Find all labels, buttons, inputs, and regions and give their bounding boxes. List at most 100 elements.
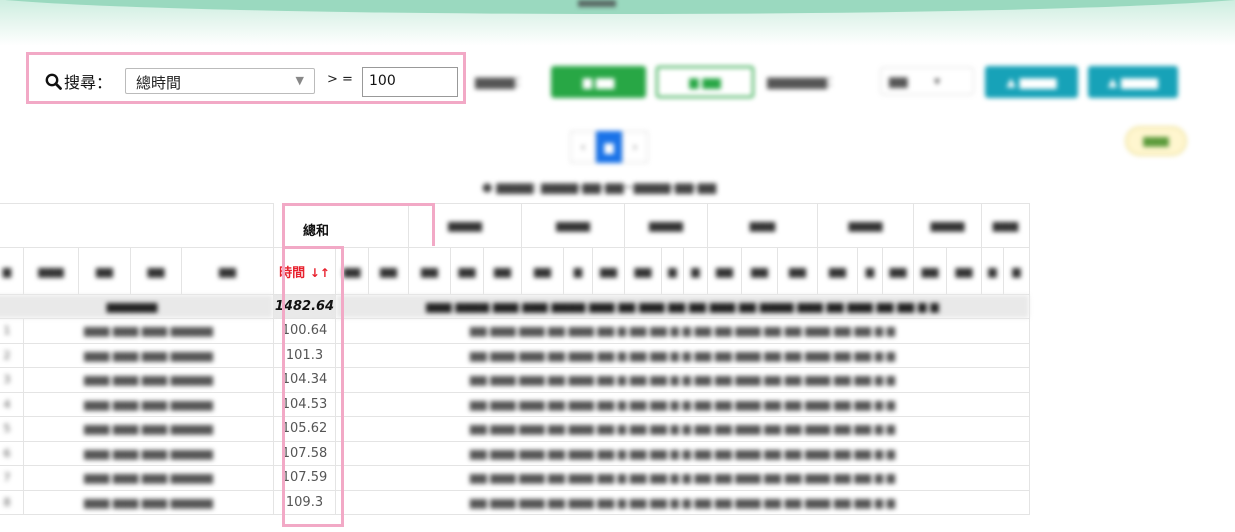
page-current[interactable]: ▆ — [596, 131, 622, 163]
col-header-blurred: ▆▆ — [181, 247, 274, 295]
table-row[interactable]: 8 ▆▆▆ ▆▆▆ ▆▆▆ ▆▆▆▆▆ 109.3 ▆▆ ▆▆▆ ▆▆▆ ▆▆ … — [0, 489, 1030, 515]
row-time: 104.53 — [273, 391, 336, 417]
table-row[interactable]: 4 ▆▆▆ ▆▆▆ ▆▆▆ ▆▆▆▆▆ 104.53 ▆▆ ▆▆▆ ▆▆▆ ▆▆… — [0, 391, 1030, 417]
page-size-select[interactable]: ▆▆ ▾ — [880, 67, 974, 95]
row-left-blurred: ▆▆▆ ▆▆▆ ▆▆▆ ▆▆▆▆▆ — [23, 367, 274, 393]
row-time: 109.3 — [273, 489, 336, 515]
search-box: 搜尋： 總時間 ▼ > = 100 — [26, 52, 466, 104]
row-values-blurred: ▆▆ ▆▆▆ ▆▆▆ ▆▆ ▆▆▆ ▆▆ ▆ ▆▆ ▆▆ ▆ ▆ ▆▆ ▆▆ ▆… — [335, 391, 1030, 417]
page-size-label-blurred: ▆▆▆▆▆▆： — [767, 75, 840, 90]
table-row[interactable]: 2 ▆▆▆ ▆▆▆ ▆▆▆ ▆▆▆▆▆ 101.3 ▆▆ ▆▆▆ ▆▆▆ ▆▆ … — [0, 342, 1030, 368]
row-left-blurred: ▆▆▆ ▆▆▆ ▆▆▆ ▆▆▆▆▆ — [23, 465, 274, 491]
outline-button[interactable]: ▆ ▆▆ — [656, 66, 754, 98]
col-header-blurred: ▆▆ — [882, 247, 914, 295]
total-header-label: 總和 — [302, 223, 329, 239]
row-left-blurred: ▆▆▆ ▆▆▆ ▆▆▆ ▆▆▆▆▆ — [23, 342, 274, 368]
time-column-header[interactable]: 時間 ↓↑ — [273, 247, 336, 295]
chevron-down-icon: ▼ — [295, 74, 304, 87]
row-values-blurred: ▆▆ ▆▆▆ ▆▆▆ ▆▆ ▆▆▆ ▆▆ ▆ ▆▆ ▆▆ ▆ ▆ ▆▆ ▆▆ ▆… — [335, 342, 1030, 368]
group-header-total: 總和 — [273, 203, 409, 248]
page-next[interactable]: › — [622, 131, 648, 163]
group-header-blurred: ▆▆▆▆ — [408, 203, 522, 248]
row-time: 100.64 — [273, 318, 336, 344]
col-header-blurred: ▆▆ — [521, 247, 564, 295]
row-index: 8 — [0, 489, 24, 515]
col-header-blurred: ▆ — [981, 247, 1004, 295]
search-label: 搜尋： — [45, 69, 112, 93]
group-header-blurred: ▆▆▆▆ — [521, 203, 625, 248]
row-index: 7 — [0, 465, 24, 491]
row-left-blurred: ▆▆▆ ▆▆▆ ▆▆▆ ▆▆▆▆▆ — [23, 440, 274, 466]
row-left-blurred: ▆▆▆ ▆▆▆ ▆▆▆ ▆▆▆▆▆ — [23, 489, 274, 515]
search-label-text: 搜尋： — [64, 73, 113, 92]
row-index: 3 — [0, 367, 24, 393]
col-header-blurred: ▆▆ — [741, 247, 778, 295]
table-row[interactable]: 5 ▆▆▆ ▆▆▆ ▆▆▆ ▆▆▆▆▆ 105.62 ▆▆ ▆▆▆ ▆▆▆ ▆▆… — [0, 416, 1030, 442]
banner-arc — [0, 0, 1235, 14]
sort-desc-icon: ↓↑ — [309, 265, 330, 280]
row-index: 6 — [0, 440, 24, 466]
banner-logo — [578, 0, 616, 7]
toolbar-label-blurred: ▆▆▆▆： — [475, 75, 528, 90]
col-header-blurred: ▆▆ — [592, 247, 625, 295]
row-values-blurred: ▆▆ ▆▆▆ ▆▆▆ ▆▆ ▆▆▆ ▆▆ ▆ ▆▆ ▆▆ ▆ ▆ ▆▆ ▆▆ ▆… — [335, 367, 1030, 393]
pill-badge[interactable]: ▆▆▆ — [1125, 126, 1187, 156]
search-field-select[interactable]: 總時間 ▼ — [125, 68, 315, 94]
col-header-blurred: ▆ — [661, 247, 684, 295]
search-field-value: 總時間 — [136, 74, 182, 92]
header-left-blurred — [0, 203, 274, 248]
header-row-1: 總和 ▆▆▆▆ ▆▆▆▆ ▆▆▆▆ ▆▆▆ ▆▆▆▆ ▆▆▆▆ ▆▆▆ — [0, 203, 1030, 248]
col-header-blurred: ▆▆ — [130, 247, 182, 295]
teal-button-1[interactable]: ▲ ▆▆▆▆ — [985, 66, 1078, 98]
col-header-blurred: ▆▆ — [946, 247, 982, 295]
green-button[interactable]: ▆ ▆▆ — [551, 66, 646, 98]
col-header-blurred: ▆ — [857, 247, 883, 295]
row-values-blurred: ▆▆ ▆▆▆ ▆▆▆ ▆▆ ▆▆▆ ▆▆ ▆ ▆▆ ▆▆ ▆ ▆ ▆▆ ▆▆ ▆… — [335, 318, 1030, 344]
col-header-blurred: ▆▆ — [817, 247, 858, 295]
row-index: 4 — [0, 391, 24, 417]
col-header-blurred: ▆▆ — [78, 247, 131, 295]
teal-button-2[interactable]: ▲ ▆▆▆▆ — [1088, 66, 1178, 98]
table-row[interactable]: 6 ▆▆▆ ▆▆▆ ▆▆▆ ▆▆▆▆▆ 107.58 ▆▆ ▆▆▆ ▆▆▆ ▆▆… — [0, 440, 1030, 466]
col-header-blurred: ▆▆ — [707, 247, 742, 295]
row-values-blurred: ▆▆ ▆▆▆ ▆▆▆ ▆▆ ▆▆▆ ▆▆ ▆ ▆▆ ▆▆ ▆ ▆ ▆▆ ▆▆ ▆… — [335, 440, 1030, 466]
table-row[interactable]: 1 ▆▆▆ ▆▆▆ ▆▆▆ ▆▆▆▆▆ 100.64 ▆▆ ▆▆▆ ▆▆▆ ▆▆… — [0, 318, 1030, 344]
group-header-blurred: ▆▆▆ — [981, 203, 1030, 248]
search-operator: > = — [327, 72, 353, 87]
col-header-blurred: ▆▆ — [777, 247, 818, 295]
row-time: 107.58 — [273, 440, 336, 466]
col-header-blurred: ▆▆ — [335, 247, 369, 295]
sum-label-blurred: ▆▆▆▆▆▆ — [0, 294, 274, 319]
row-left-blurred: ▆▆▆ ▆▆▆ ▆▆▆ ▆▆▆▆▆ — [23, 416, 274, 442]
col-header-blurred: ▆▆ — [624, 247, 662, 295]
table-row[interactable]: 7 ▆▆▆ ▆▆▆ ▆▆▆ ▆▆▆▆▆ 107.59 ▆▆ ▆▆▆ ▆▆▆ ▆▆… — [0, 465, 1030, 491]
row-index: 5 — [0, 416, 24, 442]
col-header-blurred: ▆ — [683, 247, 708, 295]
col-header-blurred: ▆▆ — [483, 247, 522, 295]
row-time: 104.34 — [273, 367, 336, 393]
row-time: 107.59 — [273, 465, 336, 491]
row-index: 2 — [0, 342, 24, 368]
col-header-blurred: ▆▆▆ — [23, 247, 79, 295]
top-banner — [0, 0, 1235, 46]
group-header-blurred: ▆▆▆▆ — [913, 203, 982, 248]
row-left-blurred: ▆▆▆ ▆▆▆ ▆▆▆ ▆▆▆▆▆ — [23, 318, 274, 344]
group-header-blurred: ▆▆▆ — [707, 203, 818, 248]
col-header-blurred: ▆▆ — [450, 247, 484, 295]
search-value-input[interactable]: 100 — [362, 67, 458, 97]
col-header-blurred: ▆▆ — [913, 247, 947, 295]
table-row[interactable]: 3 ▆▆▆ ▆▆▆ ▆▆▆ ▆▆▆▆▆ 104.34 ▆▆ ▆▆▆ ▆▆▆ ▆▆… — [0, 367, 1030, 393]
page-prev[interactable]: ‹ — [570, 131, 596, 163]
row-values-blurred: ▆▆ ▆▆▆ ▆▆▆ ▆▆ ▆▆▆ ▆▆ ▆ ▆▆ ▆▆ ▆ ▆ ▆▆ ▆▆ ▆… — [335, 416, 1030, 442]
col-header-blurred: ▆ — [0, 247, 24, 295]
sum-row: ▆▆▆▆▆▆ 1482.64 ▆▆▆ ▆▆▆▆ ▆▆▆ ▆▆▆ ▆▆▆▆ ▆▆▆… — [0, 294, 1030, 319]
row-time: 101.3 — [273, 342, 336, 368]
col-header-blurred: ▆ — [563, 247, 593, 295]
pagination: ‹ ▆ › — [570, 131, 648, 163]
col-header-blurred: ▆▆ — [408, 247, 451, 295]
row-time: 105.62 — [273, 416, 336, 442]
row-index: 1 — [0, 318, 24, 344]
search-icon — [45, 73, 62, 90]
col-header-blurred: ▆▆ — [368, 247, 409, 295]
sum-time: 1482.64 — [273, 294, 336, 319]
